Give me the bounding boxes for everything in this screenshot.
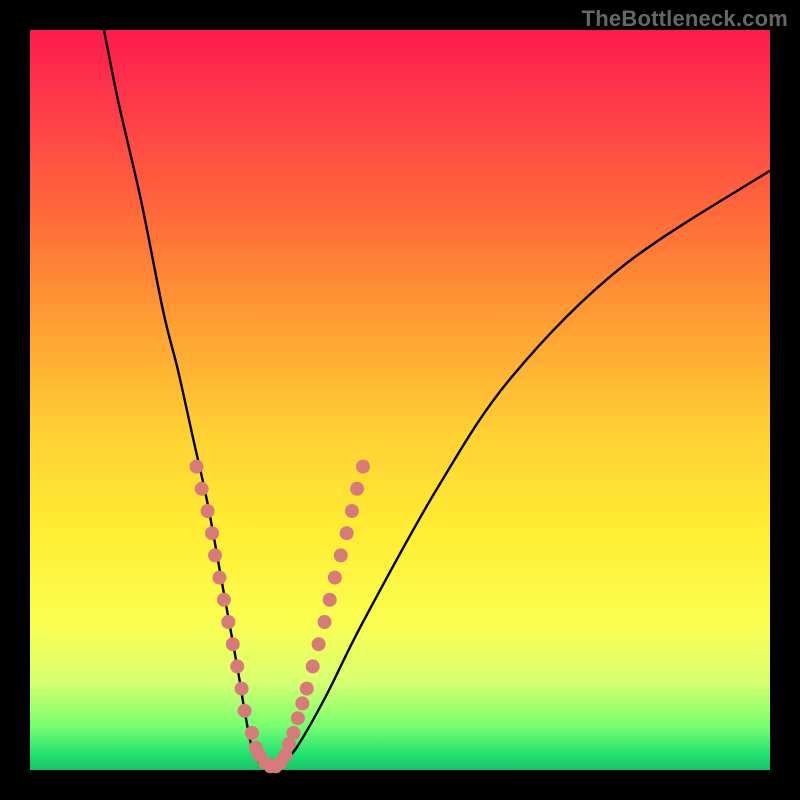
marker-dot xyxy=(291,711,305,725)
marker-dot xyxy=(217,593,231,607)
marker-dot xyxy=(235,682,249,696)
marker-dot xyxy=(328,571,342,585)
marker-dot xyxy=(318,615,332,629)
marker-dot xyxy=(201,504,215,518)
plot-area xyxy=(30,30,770,770)
marker-dot xyxy=(356,460,370,474)
markers-right xyxy=(269,460,370,774)
marker-dot xyxy=(312,637,326,651)
marker-dot xyxy=(300,682,314,696)
marker-dot xyxy=(295,696,309,710)
marker-dot xyxy=(345,504,359,518)
marker-dot xyxy=(340,526,354,540)
marker-dot xyxy=(195,482,209,496)
markers-left xyxy=(190,460,278,774)
marker-dot xyxy=(205,526,219,540)
marker-dot xyxy=(245,726,259,740)
curve-svg xyxy=(30,30,770,770)
marker-dot xyxy=(208,548,222,562)
marker-dot xyxy=(238,704,252,718)
marker-dot xyxy=(212,571,226,585)
marker-dot xyxy=(230,659,244,673)
marker-dot xyxy=(286,726,300,740)
marker-dot xyxy=(190,460,204,474)
chart-frame: TheBottleneck.com xyxy=(0,0,800,800)
marker-dot xyxy=(323,593,337,607)
marker-dot xyxy=(221,615,235,629)
marker-dot xyxy=(306,659,320,673)
marker-dot xyxy=(226,637,240,651)
bottleneck-curve xyxy=(104,30,770,771)
watermark-text: TheBottleneck.com xyxy=(582,6,788,32)
marker-dot xyxy=(334,548,348,562)
marker-dot xyxy=(350,482,364,496)
